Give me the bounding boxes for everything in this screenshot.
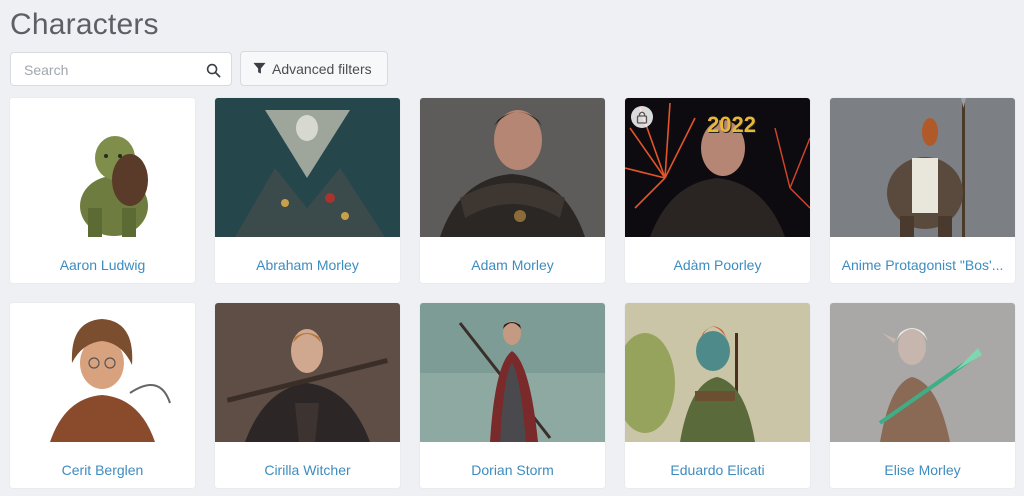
- search-input[interactable]: [22, 60, 196, 80]
- advanced-filters-label: Advanced filters: [272, 60, 372, 77]
- character-card[interactable]: Dorian Storm: [420, 303, 605, 488]
- character-card[interactable]: Cerit Berglen: [10, 303, 195, 488]
- character-card[interactable]: 2022 Adàm Poorley: [625, 98, 810, 283]
- character-name[interactable]: Elise Morley: [830, 447, 1015, 488]
- lock-icon: [631, 106, 653, 128]
- character-portrait: [420, 98, 605, 237]
- character-portrait: [10, 98, 195, 237]
- character-name[interactable]: Adam Morley: [420, 242, 605, 283]
- search-field[interactable]: [10, 52, 232, 86]
- character-name[interactable]: Adàm Poorley: [625, 242, 810, 283]
- filter-icon: [253, 62, 266, 74]
- character-card[interactable]: Abraham Morley: [215, 98, 400, 283]
- character-portrait: [215, 98, 400, 237]
- character-name[interactable]: Cerit Berglen: [10, 447, 195, 488]
- character-name[interactable]: Dorian Storm: [420, 447, 605, 488]
- character-name[interactable]: Abraham Morley: [215, 242, 400, 283]
- character-card[interactable]: Anime Protagonist "Bos'...: [830, 98, 1015, 283]
- character-card[interactable]: Elise Morley: [830, 303, 1015, 488]
- page-title: Characters: [10, 8, 159, 41]
- character-portrait: [10, 303, 195, 442]
- character-portrait: [625, 303, 810, 442]
- character-card[interactable]: Aaron Ludwig: [10, 98, 195, 283]
- character-card[interactable]: Eduardo Elicati: [625, 303, 810, 488]
- character-portrait: [830, 98, 1015, 237]
- search-icon[interactable]: [206, 63, 221, 78]
- year-badge: 2022: [707, 112, 756, 137]
- character-grid: Aaron Ludwig Abraham Morley Adam Morley: [10, 98, 1015, 488]
- character-name[interactable]: Aaron Ludwig: [10, 242, 195, 283]
- character-portrait: [830, 303, 1015, 442]
- character-portrait: [215, 303, 400, 442]
- character-name[interactable]: Cirilla Witcher: [215, 447, 400, 488]
- character-name[interactable]: Eduardo Elicati: [625, 447, 810, 488]
- advanced-filters-button[interactable]: Advanced filters: [240, 51, 388, 86]
- character-card[interactable]: Cirilla Witcher: [215, 303, 400, 488]
- character-name[interactable]: Anime Protagonist "Bos'...: [830, 242, 1015, 283]
- character-portrait: [420, 303, 605, 442]
- character-card[interactable]: Adam Morley: [420, 98, 605, 283]
